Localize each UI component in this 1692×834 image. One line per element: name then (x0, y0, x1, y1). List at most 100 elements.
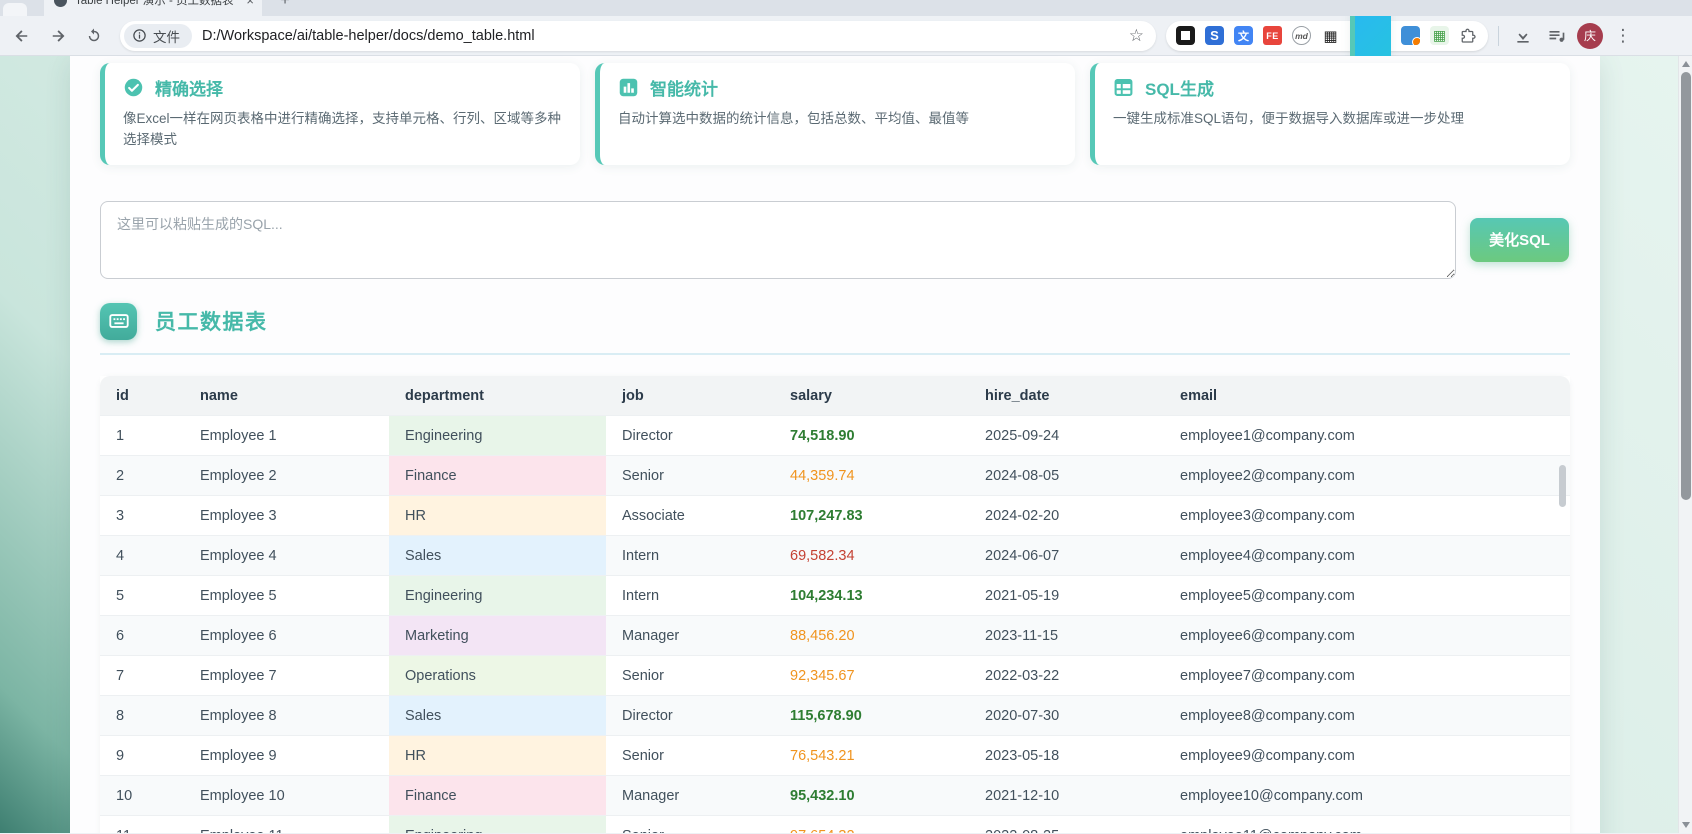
cell-name[interactable]: Employee 9 (184, 736, 389, 776)
column-header-email[interactable]: email (1164, 376, 1570, 416)
cell-job[interactable]: Senior (606, 736, 774, 776)
cell-job[interactable]: Intern (606, 576, 774, 616)
cell-hire_date[interactable]: 2021-05-19 (969, 576, 1164, 616)
cell-email[interactable]: employee2@company.com (1164, 456, 1570, 496)
cell-email[interactable]: employee3@company.com (1164, 496, 1570, 536)
cell-hire_date[interactable]: 2022-03-22 (969, 656, 1164, 696)
forward-button-icon[interactable] (44, 22, 72, 50)
qr-code-icon[interactable]: ▦ (1321, 26, 1340, 45)
cell-name[interactable]: Employee 4 (184, 536, 389, 576)
cell-department[interactable]: Engineering (389, 816, 606, 833)
column-header-name[interactable]: name (184, 376, 389, 416)
s-logo-icon[interactable]: S (1205, 26, 1224, 45)
cell-id[interactable]: 3 (100, 496, 184, 536)
cell-job[interactable]: Manager (606, 616, 774, 656)
column-header-department[interactable]: department (389, 376, 606, 416)
reload-button-icon[interactable] (80, 22, 108, 50)
browser-scrollbar-thumb[interactable] (1681, 72, 1691, 500)
cell-salary[interactable]: 107,247.83 (774, 496, 969, 536)
extensions-puzzle-icon[interactable] (1459, 26, 1478, 45)
cell-id[interactable]: 1 (100, 416, 184, 456)
cell-id[interactable]: 7 (100, 656, 184, 696)
screenshot-frame-icon[interactable] (1176, 26, 1195, 45)
address-bar[interactable]: 文件 D:/Workspace/ai/table-helper/docs/dem… (120, 21, 1156, 51)
cell-salary[interactable]: 69,582.34 (774, 536, 969, 576)
cell-job[interactable]: Director (606, 416, 774, 456)
cell-name[interactable]: Employee 2 (184, 456, 389, 496)
cell-name[interactable]: Employee 5 (184, 576, 389, 616)
cell-department[interactable]: Engineering (389, 416, 606, 456)
cell-salary[interactable]: 88,456.20 (774, 616, 969, 656)
cell-salary[interactable]: 76,543.21 (774, 736, 969, 776)
column-header-job[interactable]: job (606, 376, 774, 416)
cell-job[interactable]: Intern (606, 536, 774, 576)
cell-salary[interactable]: 104,234.13 (774, 576, 969, 616)
cell-department[interactable]: Finance (389, 776, 606, 816)
cell-email[interactable]: employee11@company.com (1164, 816, 1570, 833)
cell-department[interactable]: Engineering (389, 576, 606, 616)
sql-input[interactable] (100, 201, 1456, 279)
cell-hire_date[interactable]: 2020-07-30 (969, 696, 1164, 736)
cell-email[interactable]: employee8@company.com (1164, 696, 1570, 736)
translate-icon[interactable]: 文 (1234, 26, 1253, 45)
browser-scrollbar[interactable] (1678, 56, 1692, 833)
tab-close-icon[interactable]: × (246, 0, 254, 7)
bookmark-star-icon[interactable]: ☆ (1129, 26, 1144, 46)
cell-id[interactable]: 8 (100, 696, 184, 736)
cell-email[interactable]: employee7@company.com (1164, 656, 1570, 696)
cell-job[interactable]: Senior (606, 816, 774, 833)
cell-department[interactable]: HR (389, 736, 606, 776)
table-scrollbar-thumb[interactable] (1559, 465, 1566, 507)
cell-email[interactable]: employee5@company.com (1164, 576, 1570, 616)
cell-job[interactable]: Senior (606, 656, 774, 696)
cell-job[interactable]: Senior (606, 456, 774, 496)
cell-hire_date[interactable]: 2023-11-15 (969, 616, 1164, 656)
cell-id[interactable]: 6 (100, 616, 184, 656)
cell-id[interactable]: 2 (100, 456, 184, 496)
column-header-salary[interactable]: salary (774, 376, 969, 416)
cell-email[interactable]: employee10@company.com (1164, 776, 1570, 816)
cell-salary[interactable]: 115,678.90 (774, 696, 969, 736)
cell-email[interactable]: employee9@company.com (1164, 736, 1570, 776)
cell-department[interactable]: Sales (389, 696, 606, 736)
cell-hire_date[interactable]: 2024-02-20 (969, 496, 1164, 536)
file-origin-chip[interactable]: 文件 (124, 24, 192, 48)
cell-email[interactable]: employee1@company.com (1164, 416, 1570, 456)
cell-hire_date[interactable]: 2024-06-07 (969, 536, 1164, 576)
back-button-icon[interactable] (8, 22, 36, 50)
cell-name[interactable]: Employee 3 (184, 496, 389, 536)
new-tab-button[interactable]: + (272, 0, 298, 14)
scrollbar-arrow-down-icon[interactable] (1682, 822, 1690, 828)
cell-id[interactable]: 11 (100, 816, 184, 833)
scrollbar-arrow-up-icon[interactable] (1682, 61, 1690, 67)
cell-hire_date[interactable]: 2021-12-10 (969, 776, 1164, 816)
table-calc-icon[interactable]: ▦ (1430, 26, 1449, 45)
cell-email[interactable]: employee4@company.com (1164, 536, 1570, 576)
cell-department[interactable]: Finance (389, 456, 606, 496)
cell-name[interactable]: Employee 8 (184, 696, 389, 736)
cell-name[interactable]: Employee 10 (184, 776, 389, 816)
cell-job[interactable]: Associate (606, 496, 774, 536)
cell-name[interactable]: Employee 7 (184, 656, 389, 696)
cell-name[interactable]: Employee 1 (184, 416, 389, 456)
cell-salary[interactable]: 44,359.74 (774, 456, 969, 496)
column-header-id[interactable]: id (100, 376, 184, 416)
fe-icon[interactable]: FE (1263, 26, 1282, 45)
cell-salary[interactable]: 74,518.90 (774, 416, 969, 456)
media-playlist-icon[interactable] (1543, 22, 1571, 50)
cell-salary[interactable]: 92,345.67 (774, 656, 969, 696)
cell-salary[interactable]: 97,654.32 (774, 816, 969, 833)
profile-avatar[interactable]: 庆 (1577, 23, 1603, 49)
cell-hire_date[interactable]: 2023-05-18 (969, 736, 1164, 776)
cell-salary[interactable]: 95,432.10 (774, 776, 969, 816)
cell-job[interactable]: Director (606, 696, 774, 736)
cell-department[interactable]: Sales (389, 536, 606, 576)
cell-department[interactable]: HR (389, 496, 606, 536)
menu-kebab-icon[interactable]: ⋮ (1611, 26, 1635, 46)
cell-name[interactable]: Employee 11 (184, 816, 389, 833)
cell-hire_date[interactable]: 2024-08-05 (969, 456, 1164, 496)
column-header-hire_date[interactable]: hire_date (969, 376, 1164, 416)
downloads-icon[interactable] (1509, 22, 1537, 50)
cell-id[interactable]: 5 (100, 576, 184, 616)
cell-job[interactable]: Manager (606, 776, 774, 816)
